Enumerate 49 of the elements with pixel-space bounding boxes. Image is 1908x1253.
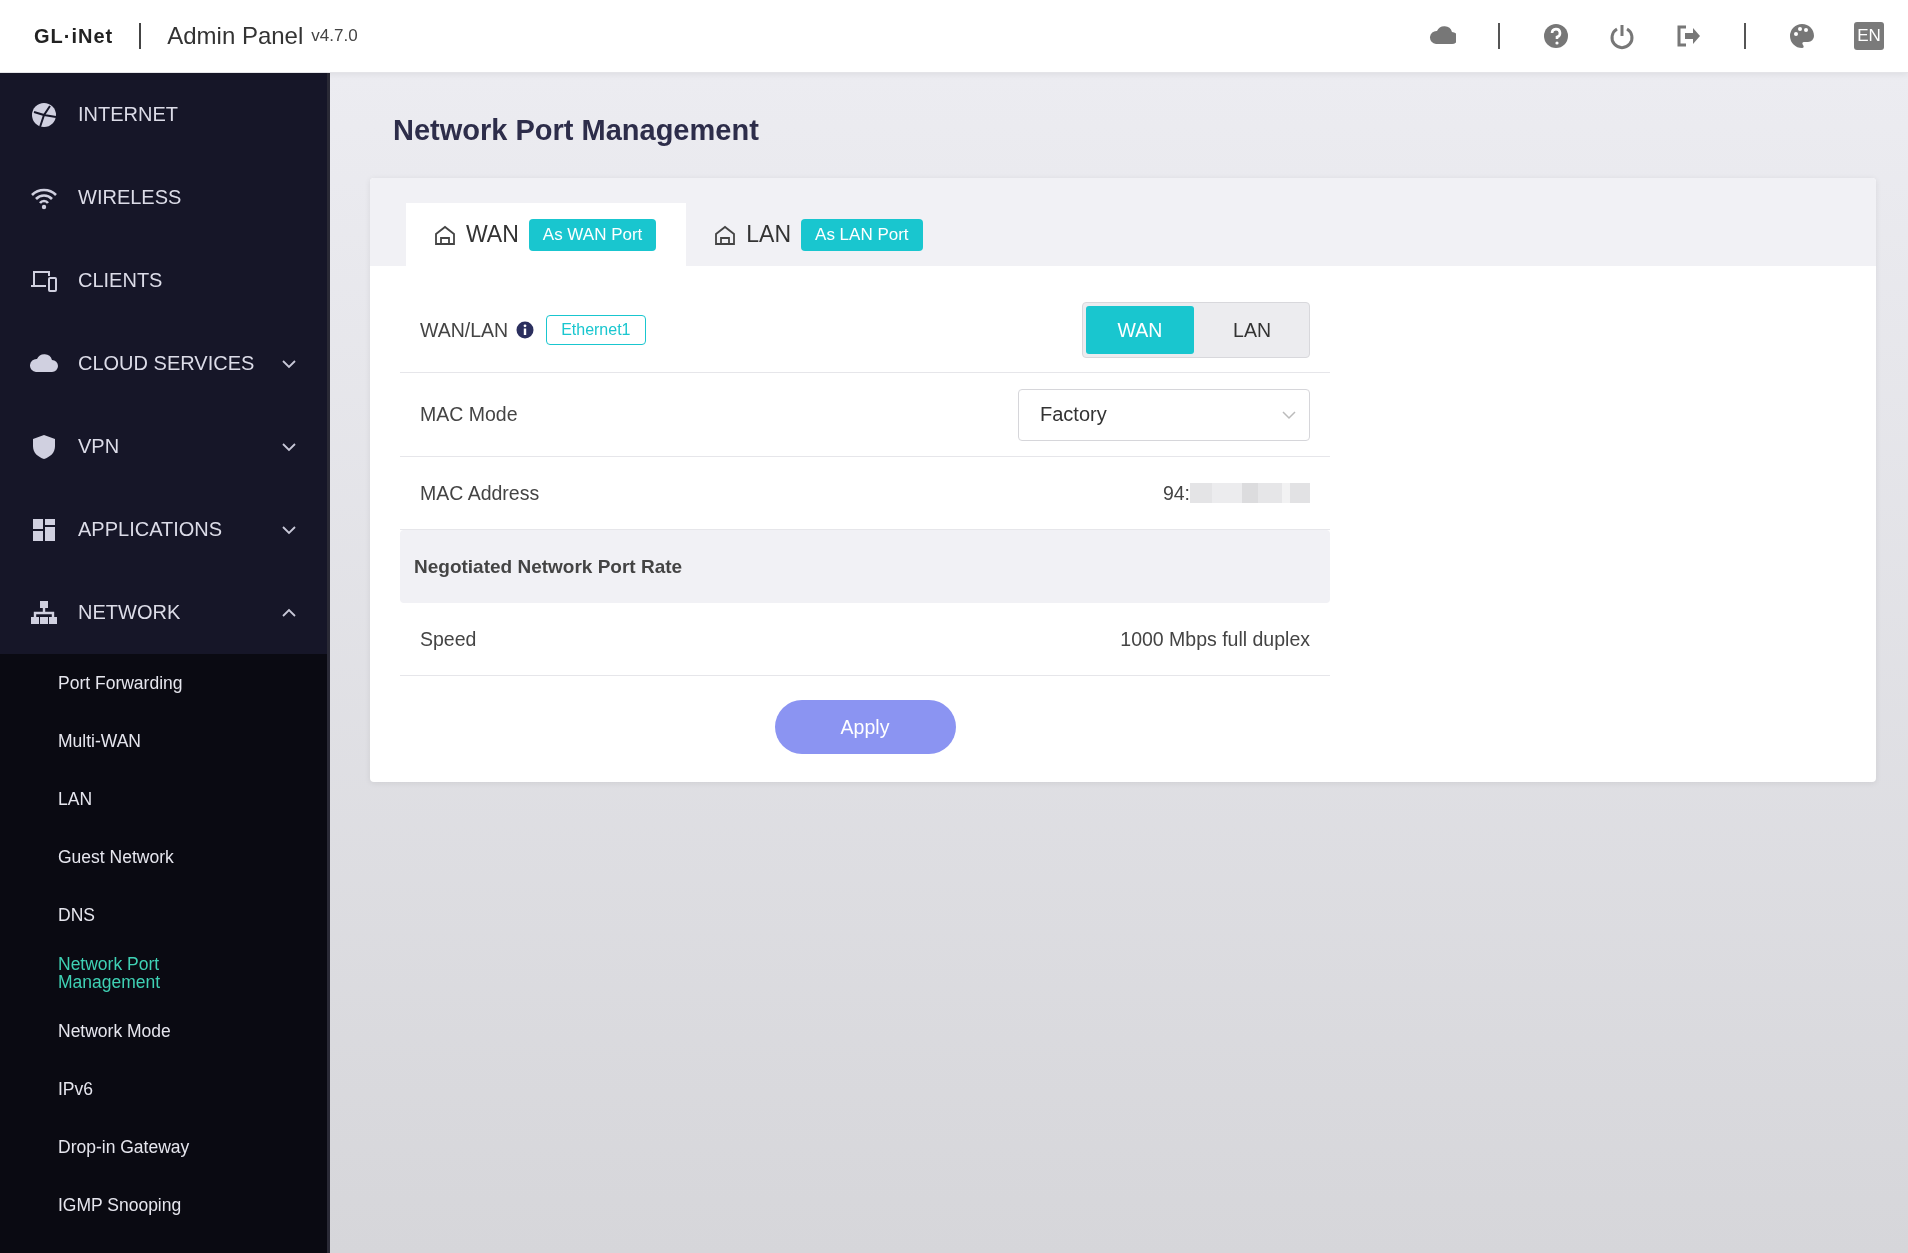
shield-icon (30, 432, 58, 461)
field-label: MAC Address (420, 481, 540, 505)
nav-subitem[interactable]: IPv6 (0, 1060, 327, 1118)
port-badge: As WAN Port (528, 218, 657, 251)
nav-item[interactable]: CLOUD SERVICES (0, 322, 327, 405)
port-tag: Ethernet1 (546, 315, 646, 345)
field-value: 94: (1162, 481, 1190, 505)
hierarchy-icon (30, 598, 58, 627)
nav-item[interactable]: CLIENTS (0, 239, 327, 322)
field-label: Speed (420, 627, 477, 651)
version-label: v4.7.0 (311, 26, 358, 46)
nav-item[interactable]: APPLICATIONS (0, 488, 327, 571)
palette-button[interactable] (1788, 22, 1816, 50)
section-header: Negotiated Network Port Rate (400, 530, 1330, 603)
language-button[interactable]: EN (1854, 22, 1884, 50)
nav-subitem[interactable]: IGMP Snooping (0, 1176, 327, 1234)
palette-icon (1788, 22, 1816, 50)
app-title: Admin Panel (167, 22, 304, 50)
chevron-down-icon (1281, 409, 1297, 420)
power-icon (1608, 22, 1636, 50)
nav-subitem[interactable]: Multi-WAN (0, 712, 327, 770)
nav-subitem[interactable]: Guest Network (0, 828, 327, 886)
port-badge: As LAN Port (801, 218, 923, 251)
field-label: WAN/LAN (420, 318, 509, 342)
segment-option[interactable]: LAN (1198, 306, 1306, 354)
nav-item[interactable]: WIRELESS (0, 156, 327, 239)
nav-subitem[interactable]: DNS (0, 886, 327, 944)
info-icon (516, 321, 535, 339)
nav-subitem[interactable]: Network Mode (0, 1002, 327, 1060)
tab[interactable]: LAN As LAN Port (686, 203, 953, 266)
help-icon (1542, 22, 1570, 50)
tab[interactable]: WAN As WAN Port (406, 203, 687, 266)
field-label: MAC Mode (420, 403, 518, 426)
nav-subitem[interactable]: LAN (0, 770, 327, 828)
page-title: Network Port Management (393, 113, 760, 147)
power-button[interactable] (1608, 22, 1636, 50)
logo: GL·iNet (34, 24, 114, 48)
nav-subitem[interactable]: Port Forwarding (0, 654, 327, 712)
help-button[interactable] (1542, 22, 1570, 50)
nav-subitem[interactable]: Drop-in Gateway (0, 1118, 327, 1176)
nav-item[interactable]: NETWORK (0, 571, 327, 654)
mac-mode-select[interactable]: Factory (1018, 388, 1310, 441)
house-icon (434, 224, 456, 245)
globe-icon (30, 100, 58, 129)
nav-subitem[interactable]: Network Port Management (0, 944, 327, 1002)
nav-item[interactable]: VPN (0, 405, 327, 488)
nav-item[interactable]: INTERNET (0, 73, 327, 156)
field-value: 1000 Mbps full duplex (1120, 627, 1310, 651)
house-icon (714, 224, 737, 245)
